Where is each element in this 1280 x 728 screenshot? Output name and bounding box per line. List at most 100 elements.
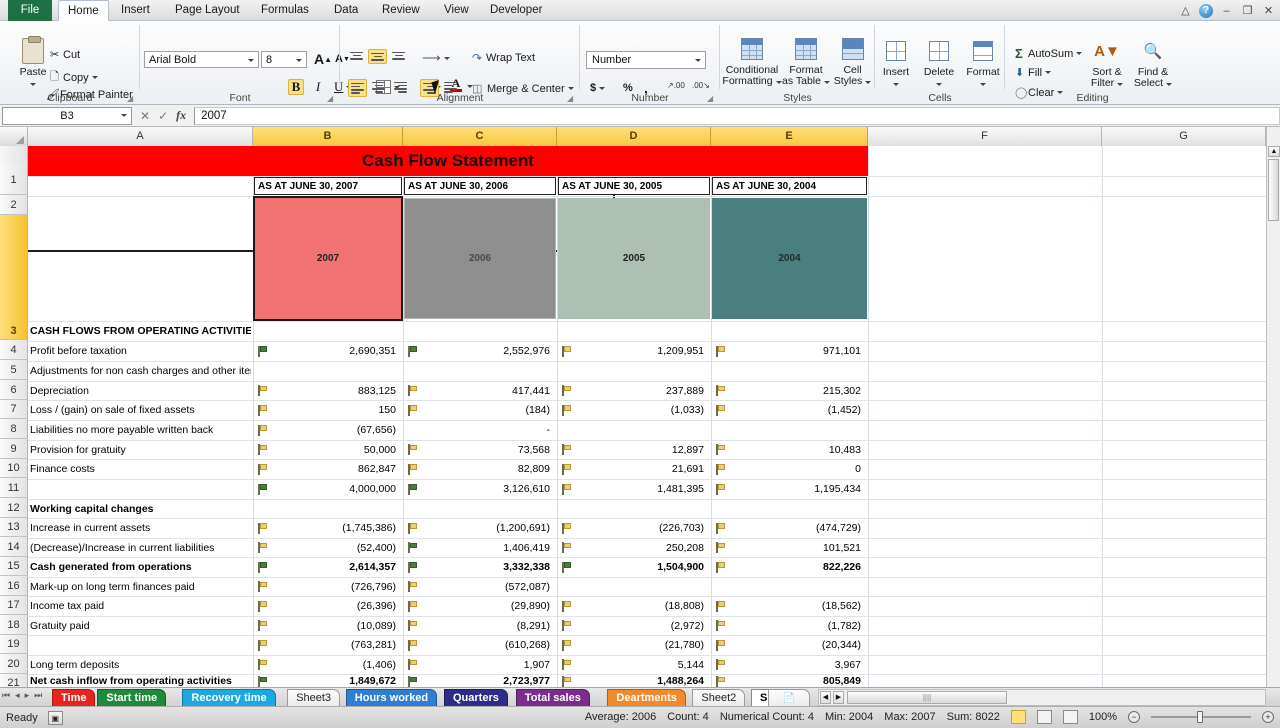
cell-value-D10[interactable]: 12,897: [561, 440, 707, 459]
cell-value-C21[interactable]: 1,907: [407, 655, 553, 674]
first-sheet-icon[interactable]: ⏮: [2, 690, 10, 701]
row-header-5[interactable]: 5: [0, 360, 28, 380]
cell-year-2004[interactable]: 2004: [712, 198, 867, 319]
minimize-ribbon-icon[interactable]: △: [1178, 4, 1193, 18]
cell-value-E19[interactable]: (1,782): [715, 616, 864, 635]
cell-label-row-15[interactable]: (Decrease)/Increase in current liabiliti…: [30, 538, 251, 557]
cell-value-B18[interactable]: (26,396): [257, 596, 399, 616]
alignment-dialog-launcher[interactable]: ◢: [567, 94, 576, 103]
scroll-up-icon[interactable]: ▲: [1268, 146, 1280, 157]
row-header-13[interactable]: 13: [0, 518, 28, 537]
format-as-table-button[interactable]: Format as Table: [780, 33, 832, 87]
cell-period-header-E[interactable]: AS AT JUNE 30, 2004: [712, 177, 867, 195]
insert-worksheet-tab[interactable]: 📄: [768, 689, 810, 706]
cell-value-C11[interactable]: 82,809: [407, 459, 553, 479]
row-header-10[interactable]: 10: [0, 459, 28, 478]
cell-value-B15[interactable]: (52,400): [257, 538, 399, 557]
conditional-formatting-button[interactable]: Conditional Formatting: [722, 33, 782, 87]
cell-value-B20[interactable]: (763,281): [257, 635, 399, 655]
cell-title[interactable]: Cash Flow Statement: [28, 146, 868, 176]
insert-function-icon[interactable]: fx: [176, 108, 186, 123]
cell-value-C15[interactable]: 1,406,419: [407, 538, 553, 557]
cell-value-D15[interactable]: 250,208: [561, 538, 707, 557]
column-header-g[interactable]: G: [1102, 127, 1266, 146]
cancel-formula-icon[interactable]: ✕: [140, 109, 150, 123]
sheet-tab-hours-worked[interactable]: Hours worked: [345, 689, 438, 706]
font-family-select[interactable]: Arial Bold: [144, 51, 259, 68]
currency-dropdown-icon[interactable]: [599, 86, 606, 90]
cell-period-header-C[interactable]: AS AT JUNE 30, 2006: [404, 177, 556, 195]
ribbon-tab-home[interactable]: Home: [58, 0, 109, 21]
number-dialog-launcher[interactable]: ◢: [707, 94, 716, 103]
delete-cells-dropdown-icon[interactable]: [936, 83, 942, 86]
row-header-15[interactable]: 15: [0, 557, 28, 576]
sort-filter-dropdown-icon[interactable]: [1117, 83, 1124, 86]
cell-year-2007[interactable]: 2007: [253, 196, 403, 321]
cell-value-C8[interactable]: (184): [407, 400, 553, 420]
sheet-tab-time[interactable]: Time: [52, 689, 96, 706]
next-sheet-icon[interactable]: ▸: [25, 690, 30, 701]
cell-value-B16[interactable]: 2,614,357: [257, 557, 399, 577]
row-header-9[interactable]: 9: [0, 439, 28, 459]
chevron-down-icon[interactable]: [296, 59, 302, 62]
cell-value-C16[interactable]: 3,332,338: [407, 557, 553, 577]
row-header-12[interactable]: 12: [0, 498, 28, 518]
formula-input[interactable]: 2007: [194, 106, 1280, 125]
select-all-corner[interactable]: [0, 127, 28, 146]
ribbon-tab-insert[interactable]: Insert: [112, 0, 159, 21]
cell-label-row-17[interactable]: Mark-up on long term finances paid: [30, 577, 251, 596]
cell-value-B11[interactable]: 862,847: [257, 459, 399, 479]
sheet-tab-quarters[interactable]: Quarters: [444, 689, 508, 706]
cell-label-row-19[interactable]: Gratuity paid: [30, 616, 251, 635]
cell-value-E20[interactable]: (20,344): [715, 635, 864, 655]
align-middle-button[interactable]: [368, 49, 387, 65]
row-header-14[interactable]: 14: [0, 537, 28, 557]
cell-label-row-4[interactable]: CASH FLOWS FROM OPERATING ACTIVITIES: [30, 321, 251, 341]
insert-cells-button[interactable]: Insert: [875, 35, 917, 89]
cell-label-row-9[interactable]: Liabilities no more payable written back: [30, 420, 251, 440]
minimize-icon[interactable]: –: [1219, 4, 1234, 18]
cell-value-B10[interactable]: 50,000: [257, 440, 399, 459]
merge-center-dropdown-icon[interactable]: [567, 87, 574, 90]
cell-value-B22[interactable]: 1,849,672: [257, 674, 399, 687]
row-header-2[interactable]: 2: [0, 195, 28, 215]
sheet-tab-sheet3[interactable]: Sheet3: [287, 689, 341, 706]
normal-view-button[interactable]: [1010, 710, 1026, 724]
cell-value-E5[interactable]: 971,101: [715, 341, 864, 361]
help-icon[interactable]: ?: [1199, 3, 1213, 18]
delete-cells-button[interactable]: Delete: [917, 35, 961, 89]
sheet-tab-deartments[interactable]: Deartments: [607, 689, 686, 706]
cell-value-B8[interactable]: 150: [257, 400, 399, 420]
horizontal-scrollbar[interactable]: ◀ ▶ ||||: [818, 689, 1266, 706]
cell-value-C18[interactable]: (29,890): [407, 596, 553, 616]
restore-icon[interactable]: ❐: [1240, 4, 1255, 18]
row-header-6[interactable]: 6: [0, 380, 28, 400]
column-header-d[interactable]: D: [557, 127, 711, 146]
cell-value-C22[interactable]: 2,723,977: [407, 674, 553, 687]
cell-value-B19[interactable]: (10,089): [257, 616, 399, 635]
ribbon-tab-formulas[interactable]: Formulas: [252, 0, 318, 21]
page-layout-view-button[interactable]: [1036, 710, 1052, 724]
chevron-down-icon[interactable]: [248, 59, 254, 62]
row-header-20[interactable]: 20: [0, 654, 28, 674]
cell-value-D11[interactable]: 21,691: [561, 459, 707, 479]
cell-value-E18[interactable]: (18,562): [715, 596, 864, 616]
sheet-tab-start-time[interactable]: Start time: [97, 689, 167, 706]
row-header-17[interactable]: 17: [0, 596, 28, 615]
cell-label-row-13[interactable]: Working capital changes: [30, 499, 251, 518]
cell-value-C9[interactable]: -: [407, 420, 553, 440]
ribbon-tab-page-layout[interactable]: Page Layout: [166, 0, 249, 21]
scroll-right-icon[interactable]: ▶: [833, 691, 844, 704]
zoom-in-button[interactable]: +: [1262, 711, 1274, 723]
cell-value-D22[interactable]: 1,488,264: [561, 674, 707, 687]
spreadsheet-grid[interactable]: A B C D E F G 1 2 3 4 5 6 7 8 9 10 11 12 13 14 15 16 17 1…: [0, 127, 1280, 687]
row-header-16[interactable]: 16: [0, 576, 28, 596]
column-header-e[interactable]: E: [711, 127, 868, 146]
cell-label-row-11[interactable]: Finance costs: [30, 459, 251, 479]
row-header-7[interactable]: 7: [0, 400, 28, 419]
cut-button[interactable]: ✂ Cut: [48, 47, 82, 62]
cell-value-E22[interactable]: 805,849: [715, 674, 864, 687]
cell-label-row-21[interactable]: Long term deposits: [30, 655, 251, 674]
row-header-19[interactable]: 19: [0, 635, 28, 654]
cell-label-row-10[interactable]: Provision for gratuity: [30, 440, 251, 459]
